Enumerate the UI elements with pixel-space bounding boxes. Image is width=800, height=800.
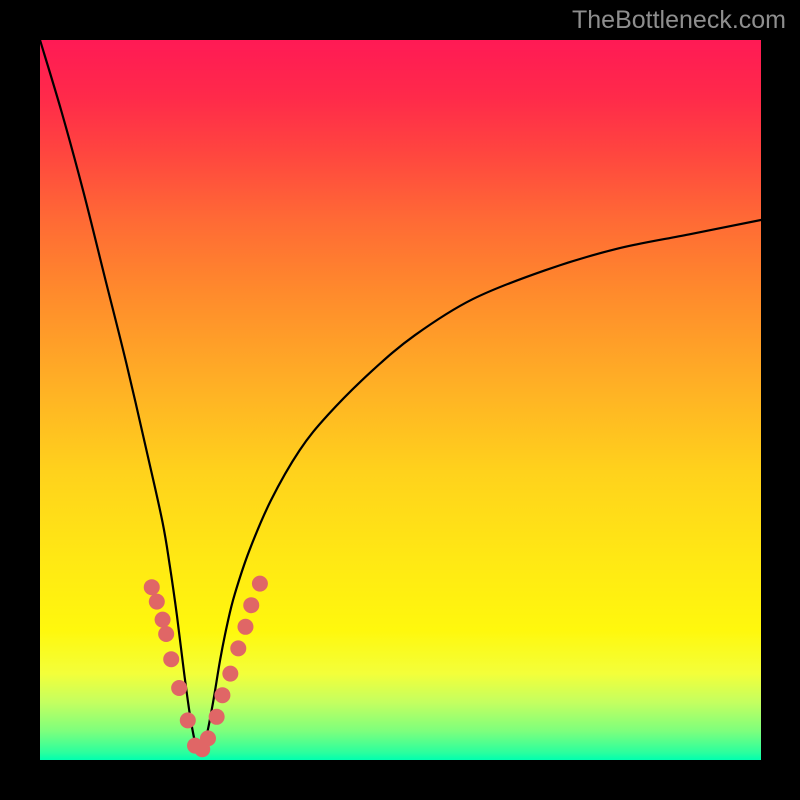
curve-marker (144, 579, 160, 595)
curve-marker-group (144, 576, 268, 758)
watermark-text: TheBottleneck.com (572, 6, 786, 35)
curve-marker (155, 612, 171, 628)
curve-marker (200, 730, 216, 746)
curve-marker (171, 680, 187, 696)
bottleneck-curve (40, 40, 761, 753)
curve-marker (237, 619, 253, 635)
curve-marker (252, 576, 268, 592)
curve-marker (222, 666, 238, 682)
curve-marker (158, 626, 174, 642)
plot-area (40, 40, 761, 760)
curve-marker (214, 687, 230, 703)
chart-frame: TheBottleneck.com (0, 0, 800, 800)
curve-marker (243, 597, 259, 613)
curve-marker (163, 651, 179, 667)
curve-marker (209, 709, 225, 725)
curve-marker (230, 640, 246, 656)
curve-marker (180, 712, 196, 728)
curve-marker (149, 594, 165, 610)
bottleneck-curve-layer (40, 40, 761, 760)
